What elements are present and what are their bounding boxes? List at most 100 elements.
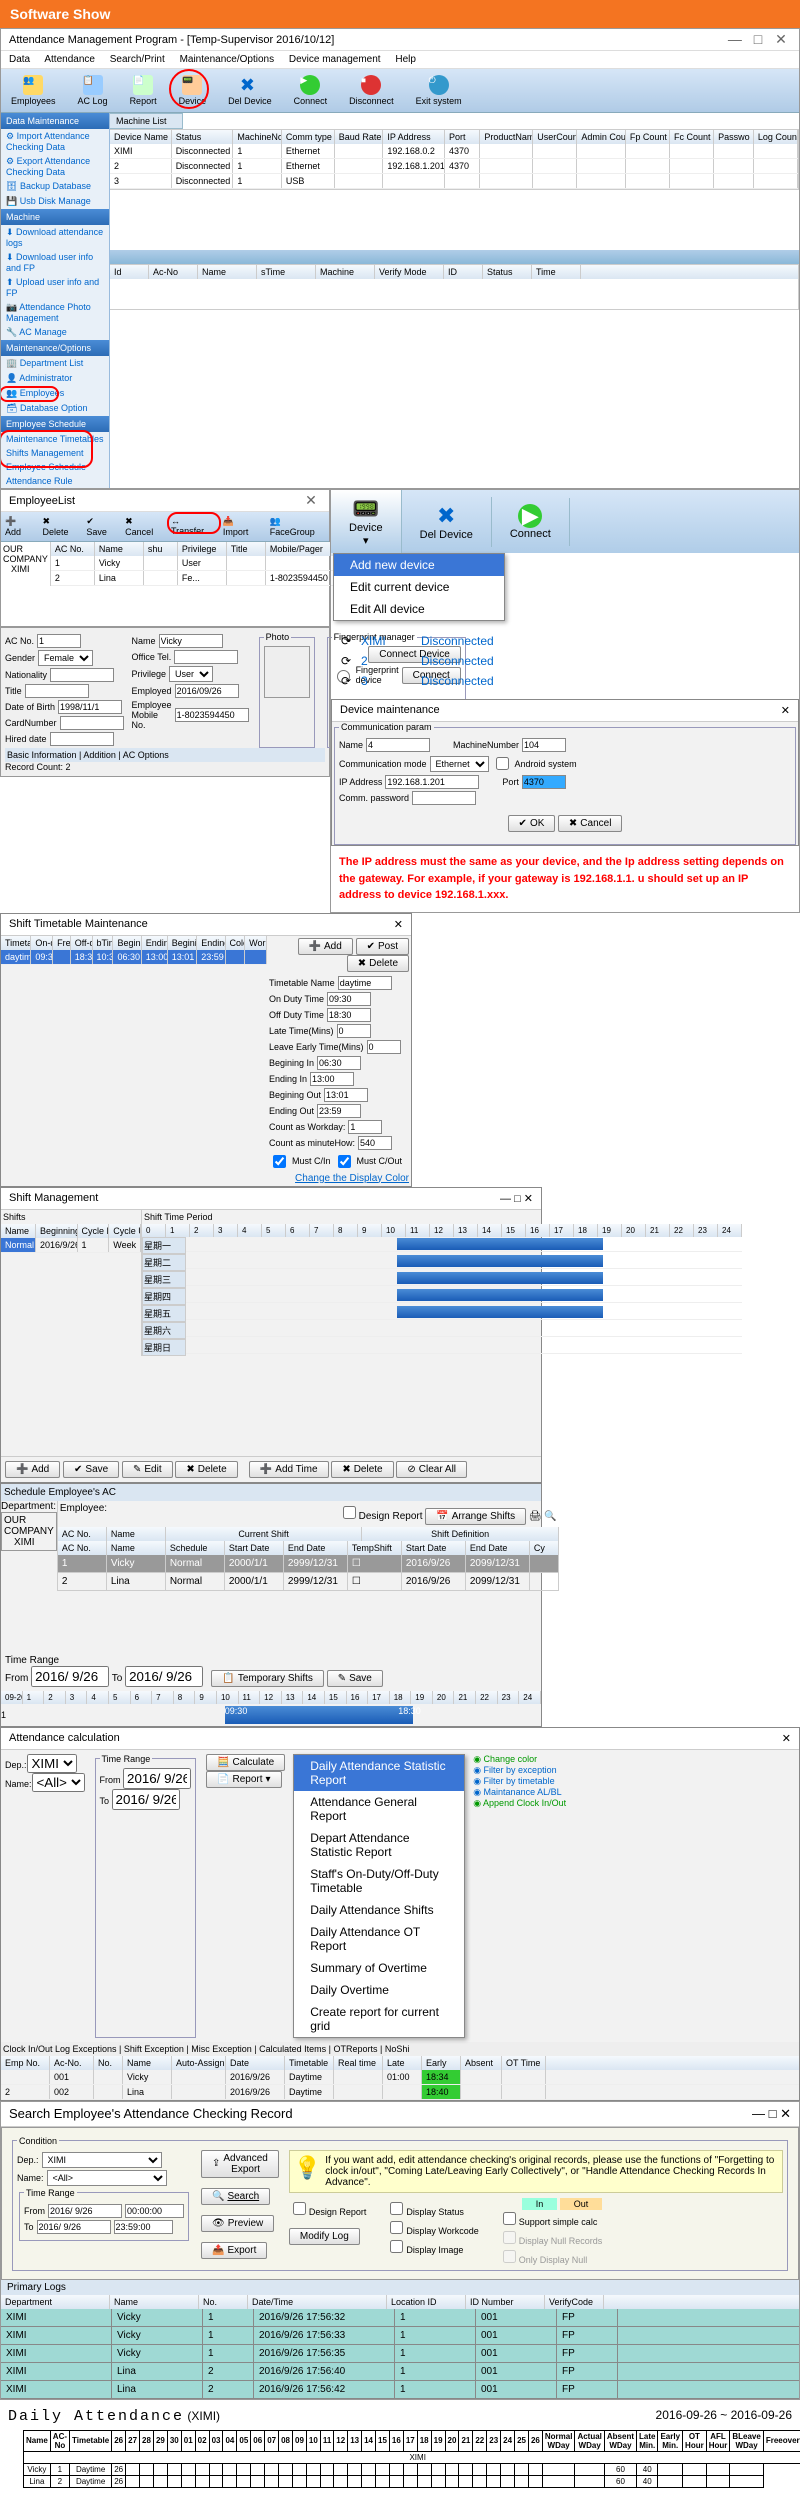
sm-add[interactable]: ➕ Add <box>5 1461 60 1478</box>
di-chk[interactable] <box>390 2240 403 2253</box>
sm-row[interactable]: Normal2016/9/261Week <box>1 1238 141 1253</box>
menu-help[interactable]: Help <box>395 54 416 65</box>
side-photo[interactable]: 📷 Attendance Photo Management <box>1 300 109 325</box>
calc-dep[interactable]: XIMI <box>27 1754 77 1773</box>
stt-late[interactable] <box>337 1024 371 1038</box>
sched-body[interactable]: 1VickyNormal2000/1/12999/12/31☐2016/9/26… <box>58 1555 559 1591</box>
f-emp[interactable] <box>175 684 239 698</box>
dev-machno-input[interactable] <box>522 738 566 752</box>
rpt-gen[interactable]: Attendance General Report <box>294 1791 464 1827</box>
calc-tabs[interactable]: Clock In/Out Log Exceptions | Shift Exce… <box>1 2042 799 2056</box>
deldevice-btn-big[interactable]: ✖Del Device <box>402 497 492 547</box>
dev-ok-btn[interactable]: ✔ OK <box>508 815 556 832</box>
dev-name-input[interactable] <box>366 738 430 752</box>
temp-shifts-btn[interactable]: 📋 Temporary Shifts <box>211 1670 323 1687</box>
side-dluser[interactable]: ⬇ Download user info and FP <box>1 250 109 275</box>
connect-btn-big[interactable]: ▶Connect <box>492 498 570 546</box>
calc-name[interactable]: <All> <box>32 1773 85 1792</box>
dw-chk[interactable] <box>390 2221 403 2234</box>
sm-del[interactable]: ✖ Delete <box>175 1461 237 1478</box>
preview-btn[interactable]: 👁 Preview <box>201 2215 274 2232</box>
stt-le[interactable] <box>367 1040 401 1054</box>
report-menu[interactable]: Daily Attendance Statistic Report Attend… <box>293 1754 465 2038</box>
stt-on[interactable] <box>327 992 371 1006</box>
calc-rpt-btn[interactable]: 📄 Report ▾ <box>206 1771 282 1788</box>
side-group-data[interactable]: Data Maintenance <box>1 113 109 129</box>
side-db[interactable]: 🗃 Database Option <box>1 401 109 416</box>
machine-grid[interactable]: Device NameStatusMachineNo.Comm typeBaud… <box>109 129 799 190</box>
dev-port-input[interactable] <box>522 775 566 789</box>
rpt-dept[interactable]: Depart Attendance Statistic Report <box>294 1827 464 1863</box>
close-button[interactable]: ✕ <box>780 2106 791 2121</box>
f-card[interactable] <box>60 716 124 730</box>
side-export[interactable]: ⚙ Export Attendance Checking Data <box>1 154 109 179</box>
menu-edit-current[interactable]: Edit current device <box>334 576 504 598</box>
srch-from-d[interactable] <box>48 2204 122 2218</box>
side-acmng[interactable]: 🔧 AC Manage <box>1 325 109 340</box>
menu-attendance[interactable]: Attendance <box>44 54 95 65</box>
dev-cancel-btn[interactable]: ✖ Cancel <box>558 815 623 832</box>
company-tree[interactable]: OUR COMPANY XIMI <box>1 542 51 586</box>
minimize-button[interactable]: — <box>752 2106 765 2121</box>
tool-aclog[interactable]: 📋AC Log <box>72 73 114 108</box>
side-import[interactable]: ⚙ Import Attendance Checking Data <box>1 129 109 154</box>
menu-bar[interactable]: Data Attendance Search/Print Maintenance… <box>1 51 799 69</box>
adv-export-btn[interactable]: ⇪ Advanced Export <box>201 2150 279 2178</box>
rpt-staff[interactable]: Staff's On-Duty/Off-Duty Timetable <box>294 1863 464 1899</box>
menu-edit-all[interactable]: Edit All device <box>334 598 504 620</box>
ds-chk[interactable] <box>390 2202 403 2215</box>
stt-tn[interactable] <box>338 976 392 990</box>
calc-links[interactable]: ◉ Change color ◉ Filter by exception ◉ F… <box>473 1754 566 2038</box>
side-backup[interactable]: 🗄 Backup Database <box>1 179 109 194</box>
design-chk[interactable] <box>293 2202 306 2215</box>
menu-add-device[interactable]: Add new device <box>334 554 504 576</box>
stt-cm[interactable] <box>358 1136 392 1150</box>
maximize-button[interactable]: □ <box>748 31 768 47</box>
sm-addtime[interactable]: ➕ Add Time <box>249 1461 329 1478</box>
close-button[interactable]: ✕ <box>524 1193 533 1205</box>
minimize-button[interactable]: — <box>500 1193 511 1205</box>
dev-mode-select[interactable]: Ethernet <box>430 756 489 772</box>
f-dob[interactable] <box>58 700 122 714</box>
stt-add[interactable]: ➕Add <box>298 938 353 955</box>
f-mob[interactable] <box>175 708 249 722</box>
side-usb[interactable]: 💾 Usb Disk Manage <box>1 194 109 209</box>
tool-deldevice[interactable]: ✖Del Device <box>222 73 278 108</box>
calc-to[interactable] <box>112 1789 180 1810</box>
machine-list-tab[interactable]: Machine List <box>109 113 183 129</box>
rpt-dot[interactable]: Daily Overtime <box>294 1979 464 2001</box>
search-btn[interactable]: 🔍 Search <box>201 2188 270 2205</box>
close-button[interactable]: ✕ <box>394 918 403 931</box>
menu-search[interactable]: Search/Print <box>110 54 165 65</box>
ssc-chk[interactable] <box>503 2212 516 2225</box>
stt-cout[interactable] <box>338 1155 351 1168</box>
calc-body[interactable]: 001Vicky2016/9/26Daytime01:0018:342002Li… <box>1 2070 799 2100</box>
sm-edit[interactable]: ✎ Edit <box>122 1461 173 1478</box>
rpt-cur[interactable]: Create report for current grid <box>294 2001 464 2037</box>
f-acno[interactable] <box>37 634 81 648</box>
stt-del[interactable]: ✖Delete <box>347 955 409 972</box>
tool-exit[interactable]: ⏻Exit system <box>410 73 468 108</box>
srch-dep[interactable]: XIMI <box>42 2152 162 2168</box>
stt-color[interactable]: Change the Display Color <box>295 1173 409 1184</box>
side-group-maint[interactable]: Maintenance/Options <box>1 340 109 356</box>
close-button[interactable]: ✕ <box>781 704 790 717</box>
modlog-btn[interactable]: Modify Log <box>289 2228 360 2245</box>
close-button[interactable]: ✕ <box>771 31 791 48</box>
srch-from-t[interactable] <box>125 2204 184 2218</box>
device-list-big[interactable]: ⟳XIMIDisconnected⟳2Disconnected⟳3Disconn… <box>331 631 799 691</box>
menu-data[interactable]: Data <box>9 54 30 65</box>
f-gender[interactable]: Female <box>38 650 93 666</box>
menu-device[interactable]: Device management <box>289 54 381 65</box>
side-admin[interactable]: 👤 Administrator <box>1 371 109 386</box>
sched-from[interactable] <box>31 1666 109 1687</box>
stt-post[interactable]: ✔Post <box>356 938 409 955</box>
export-btn[interactable]: 📤 Export <box>201 2242 267 2259</box>
rpt-sum[interactable]: Summary of Overtime <box>294 1957 464 1979</box>
emplist-add[interactable]: ➕ Add <box>5 516 33 537</box>
stt-off[interactable] <box>327 1008 371 1022</box>
side-dept[interactable]: 🏢 Department List <box>1 356 109 371</box>
tool-connect[interactable]: ▶Connect <box>288 73 334 108</box>
srch-to-d[interactable] <box>37 2220 111 2234</box>
emplist-save[interactable]: ✔ Save <box>86 516 115 537</box>
